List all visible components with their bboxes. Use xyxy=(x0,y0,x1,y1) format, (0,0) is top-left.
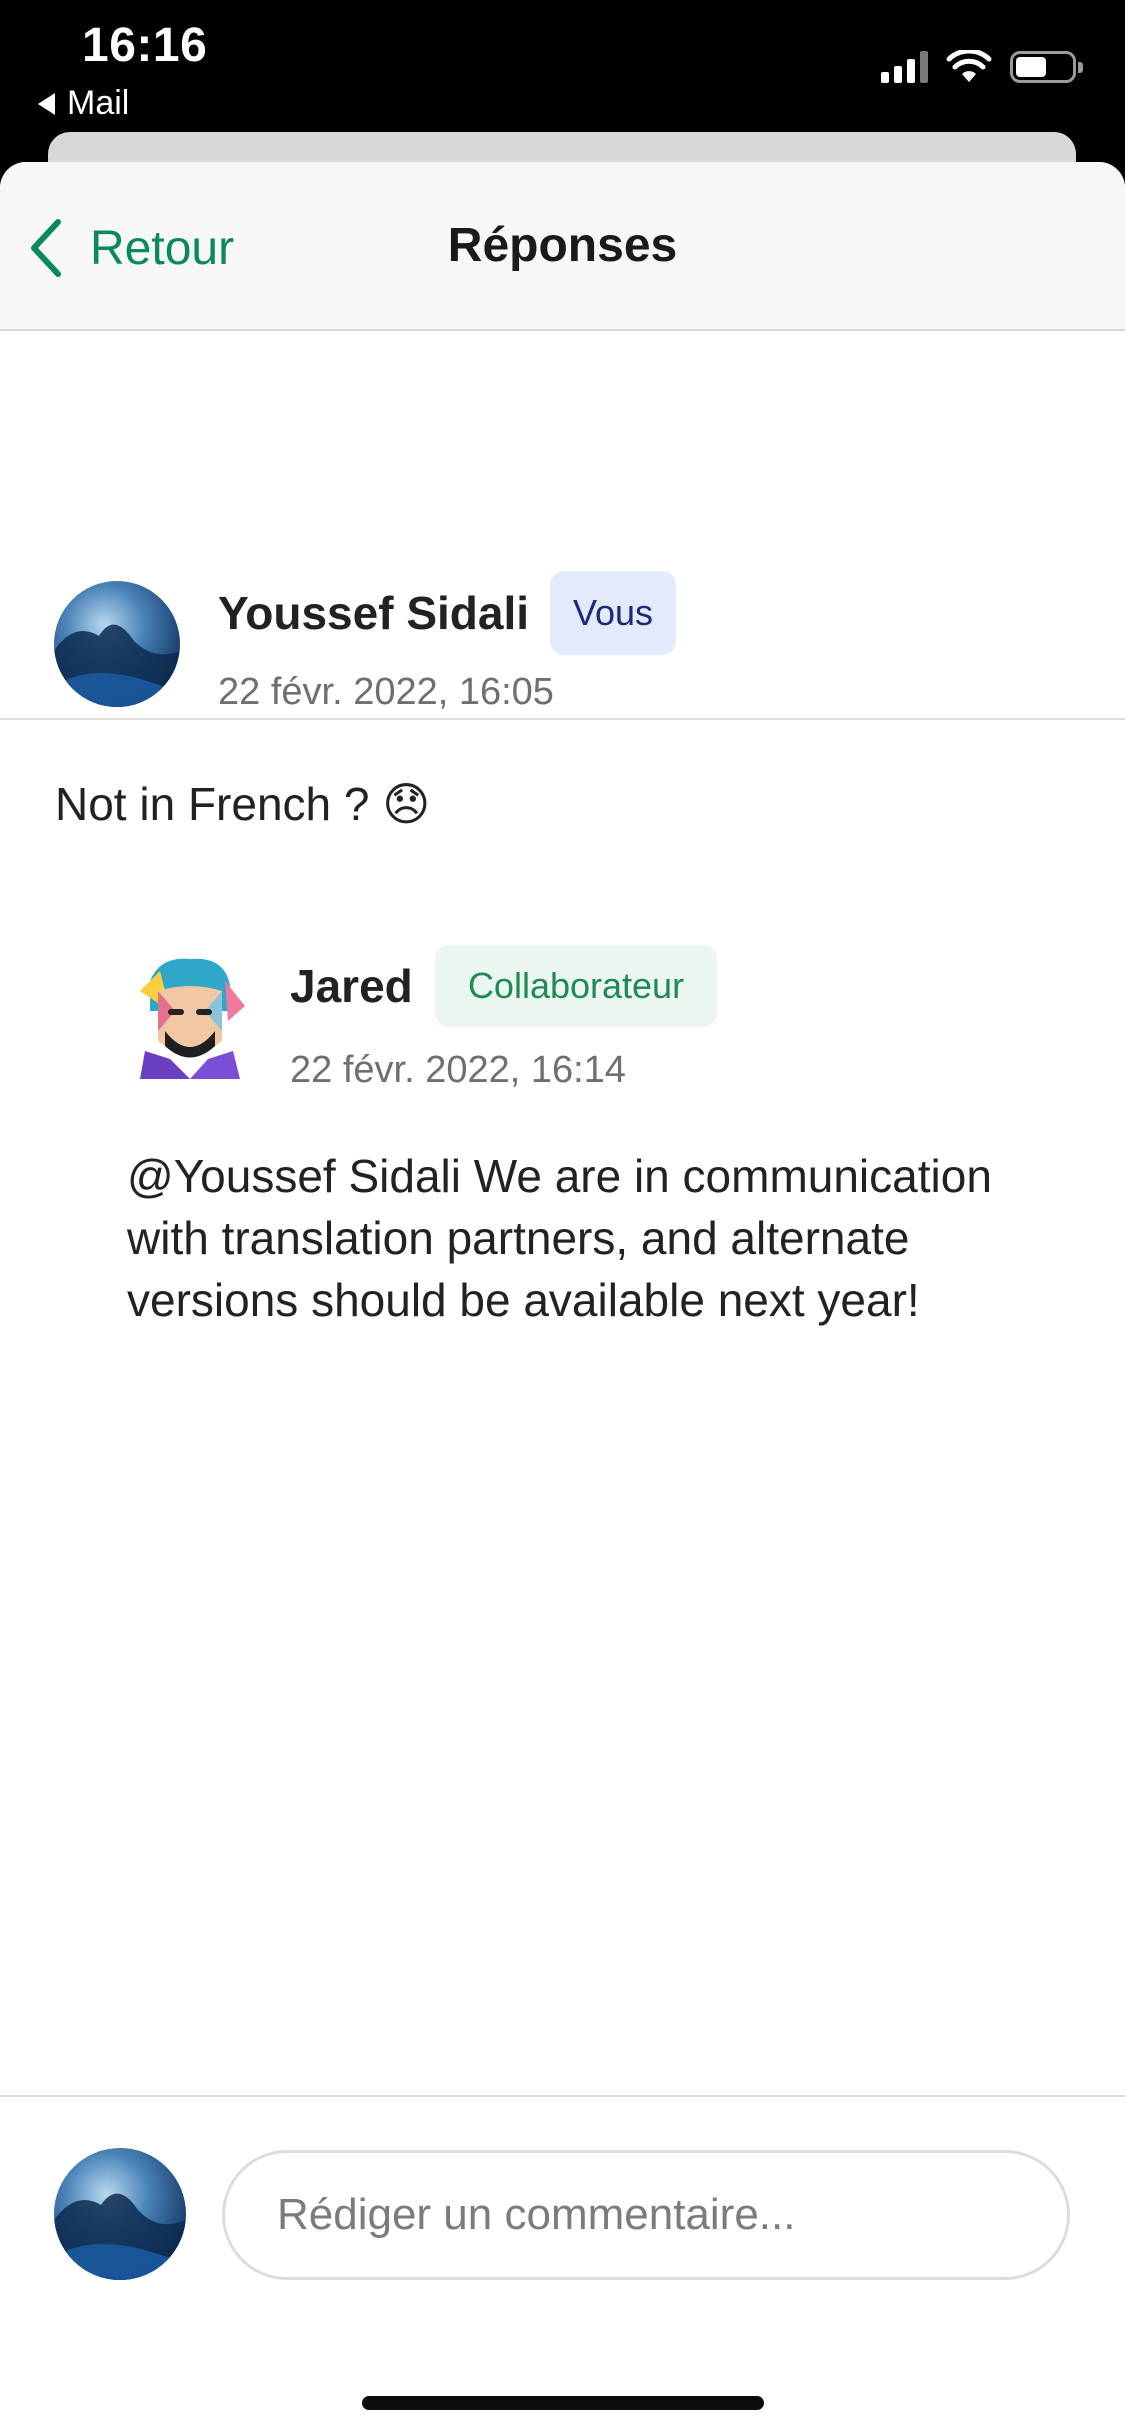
replies-sheet: Retour Réponses Youssef Sidali Vous 22 f… xyxy=(0,162,1125,2436)
comment-timestamp: 22 févr. 2022, 16:14 xyxy=(290,1049,626,1091)
status-icons xyxy=(881,50,1083,84)
wifi-icon xyxy=(946,50,992,82)
avatar[interactable] xyxy=(130,951,248,1079)
author-name[interactable]: Youssef Sidali xyxy=(218,586,529,640)
comment-timestamp: 22 févr. 2022, 16:05 xyxy=(218,671,554,713)
navigation-bar: Retour Réponses xyxy=(0,162,1125,331)
you-badge: Vous xyxy=(550,571,676,655)
back-triangle-icon xyxy=(38,92,55,115)
comment-input[interactable] xyxy=(222,2150,1070,2280)
back-to-mail-link[interactable]: Mail xyxy=(38,84,129,123)
cellular-signal-icon xyxy=(881,51,928,83)
avatar[interactable] xyxy=(54,581,180,707)
current-user-avatar xyxy=(54,2148,186,2280)
comment-body: Not in French ? 😞 xyxy=(55,778,431,830)
back-app-label: Mail xyxy=(67,84,130,122)
home-indicator[interactable] xyxy=(362,2396,764,2410)
divider xyxy=(0,2095,1125,2097)
battery-icon xyxy=(1010,51,1083,83)
collaborator-badge: Collaborateur xyxy=(435,945,717,1027)
screen: 16:16 Mail Retour Réponses Youssef Sidal… xyxy=(0,0,1125,2436)
comment-body: @Youssef Sidali We are in communication … xyxy=(127,1150,992,1326)
author-name[interactable]: Jared xyxy=(290,959,413,1013)
page-title: Réponses xyxy=(447,219,678,272)
divider xyxy=(0,718,1125,720)
status-time: 16:16 xyxy=(82,19,208,72)
